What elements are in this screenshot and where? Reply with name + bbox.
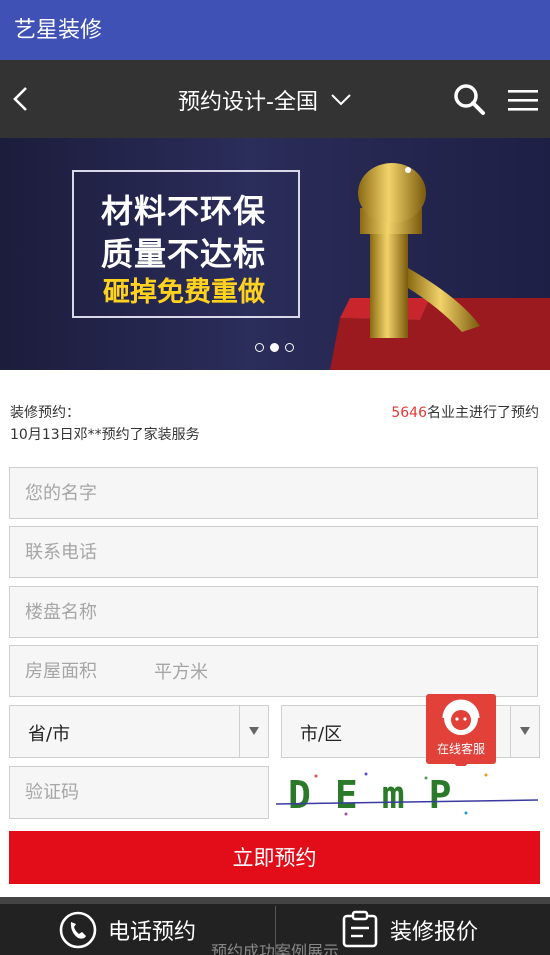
booking-count-suffix: 名业主进行了预约 — [427, 405, 539, 421]
online-service-label: 在线客服 — [436, 742, 485, 756]
nav-title: 预约设计-全国 — [178, 90, 318, 115]
booking-label: 装修预约： — [10, 405, 80, 421]
captcha-image[interactable]: DEmP — [276, 766, 538, 819]
nav-bar: 预约设计-全国 — [0, 60, 550, 138]
recent-booking: 10月13日邓**预约了家装服务 — [10, 427, 200, 443]
golden-lion-pillar-image — [330, 163, 550, 370]
search-icon[interactable] — [452, 82, 486, 116]
area-input[interactable] — [9, 645, 538, 697]
triangle-down-icon — [520, 727, 530, 735]
city-dropdown-button[interactable] — [510, 706, 539, 757]
city-select[interactable]: 市/区 — [281, 705, 540, 758]
city-value: 市/区 — [300, 724, 343, 745]
banner-line-3: 砸掉免费重做 — [103, 277, 265, 308]
menu-icon[interactable] — [506, 86, 540, 114]
triangle-down-icon — [249, 727, 259, 735]
banner-line-1: 材料不环保 — [101, 192, 267, 230]
booking-count: 5646名业主进行了预约 — [391, 402, 539, 424]
carousel-dot[interactable] — [285, 343, 294, 352]
app-bar: 艺星装修 — [0, 0, 550, 60]
carousel-indicator — [255, 343, 294, 352]
back-arrow-icon[interactable] — [6, 80, 40, 118]
promo-banner[interactable]: 材料不环保 质量不达标 砸掉免费重做 — [0, 138, 550, 370]
phone-input[interactable] — [9, 526, 538, 578]
estate-input[interactable] — [9, 586, 538, 638]
province-dropdown-button[interactable] — [239, 706, 268, 757]
captcha-input[interactable] — [9, 766, 269, 819]
chevron-down-icon — [331, 94, 351, 106]
cases-section-peek: 预约成功案例展示 — [210, 942, 339, 955]
carousel-dot[interactable] — [255, 343, 264, 352]
banner-text-box: 材料不环保 质量不达标 砸掉免费重做 — [72, 170, 300, 318]
name-input[interactable] — [9, 467, 538, 519]
captcha-text: DEmP — [288, 773, 476, 817]
booking-count-number: 5646 — [391, 405, 427, 421]
banner-line-2: 质量不达标 — [101, 235, 267, 273]
app-title: 艺星装修 — [14, 18, 103, 43]
booking-info: 装修预约： 10月13日邓**预约了家装服务 — [10, 402, 200, 446]
online-service-button[interactable]: 在线客服 — [426, 694, 496, 771]
carousel-dot-active[interactable] — [270, 343, 279, 352]
province-select[interactable]: 省/市 — [9, 705, 269, 758]
region-selector[interactable]: 预约设计-全国 — [178, 84, 352, 116]
province-value: 省/市 — [28, 724, 71, 745]
submit-booking-button[interactable]: 立即预约 — [9, 831, 540, 884]
area-unit-label: 平方米 — [154, 662, 208, 683]
customer-service-icon — [442, 699, 480, 735]
